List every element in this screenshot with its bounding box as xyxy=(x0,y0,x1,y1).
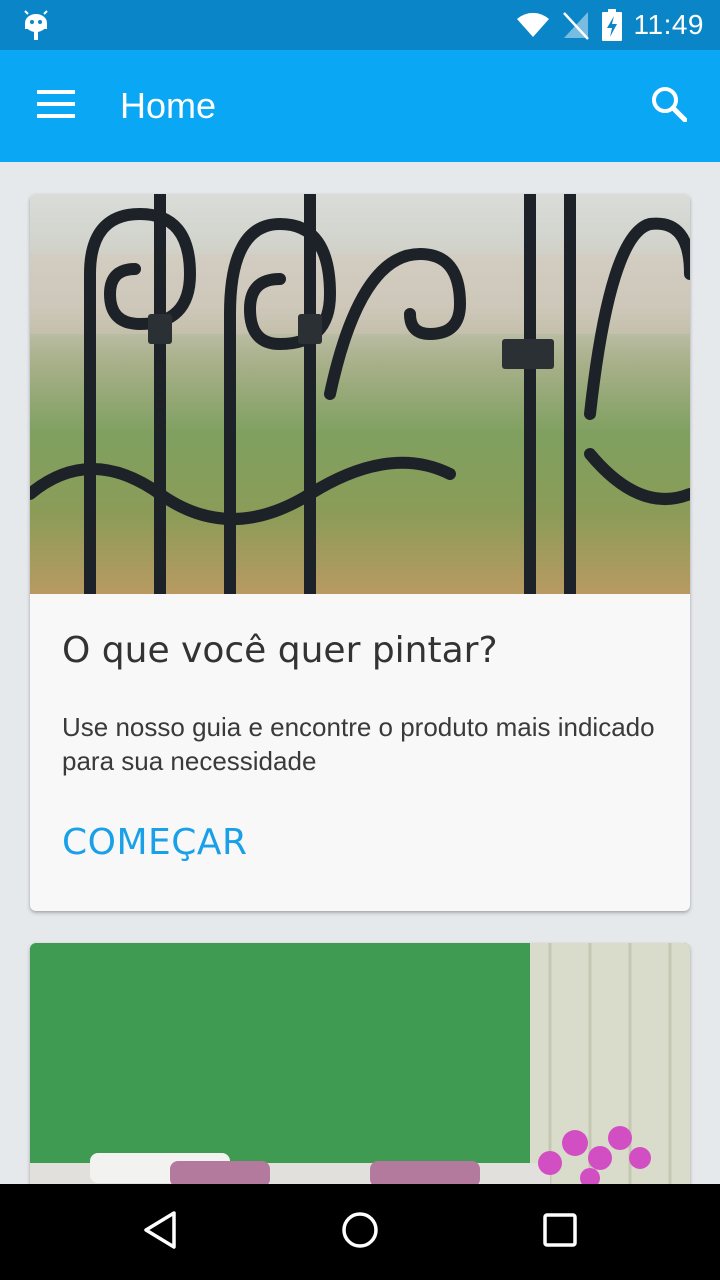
start-button[interactable]: COMEÇAR xyxy=(62,822,248,863)
home-button[interactable] xyxy=(320,1204,400,1260)
back-icon xyxy=(142,1210,178,1255)
status-icons: 11:49 xyxy=(516,8,705,42)
card-image xyxy=(30,943,690,1184)
back-button[interactable] xyxy=(120,1204,200,1260)
card-title: O que você quer pintar? xyxy=(62,630,498,671)
status-clock: 11:49 xyxy=(633,9,704,40)
card-room[interactable] xyxy=(30,943,690,1184)
battery-charging-icon xyxy=(601,9,622,41)
home-icon xyxy=(340,1210,380,1255)
search-button[interactable] xyxy=(638,80,700,132)
card-paint-guide[interactable]: O que você quer pintar? Use nosso guia e… xyxy=(30,194,690,911)
menu-icon xyxy=(37,89,75,123)
card-description: Use nosso guia e encontre o produto mais… xyxy=(62,712,655,776)
green-wall-room-photo xyxy=(30,943,690,1184)
android-icon xyxy=(22,10,50,42)
search-icon xyxy=(651,86,688,127)
wifi-icon xyxy=(516,12,550,38)
app-bar: Home xyxy=(0,50,720,162)
recents-icon xyxy=(542,1212,578,1253)
recents-button[interactable] xyxy=(520,1204,600,1260)
wrought-iron-gate-photo xyxy=(30,194,690,594)
menu-button[interactable] xyxy=(26,80,86,132)
status-bar: 11:49 xyxy=(0,0,720,50)
system-nav-bar xyxy=(0,1184,720,1280)
card-image xyxy=(30,194,690,594)
page-title: Home xyxy=(120,85,217,126)
content-feed[interactable]: O que você quer pintar? Use nosso guia e… xyxy=(0,162,720,1184)
no-signal-icon xyxy=(562,10,590,40)
